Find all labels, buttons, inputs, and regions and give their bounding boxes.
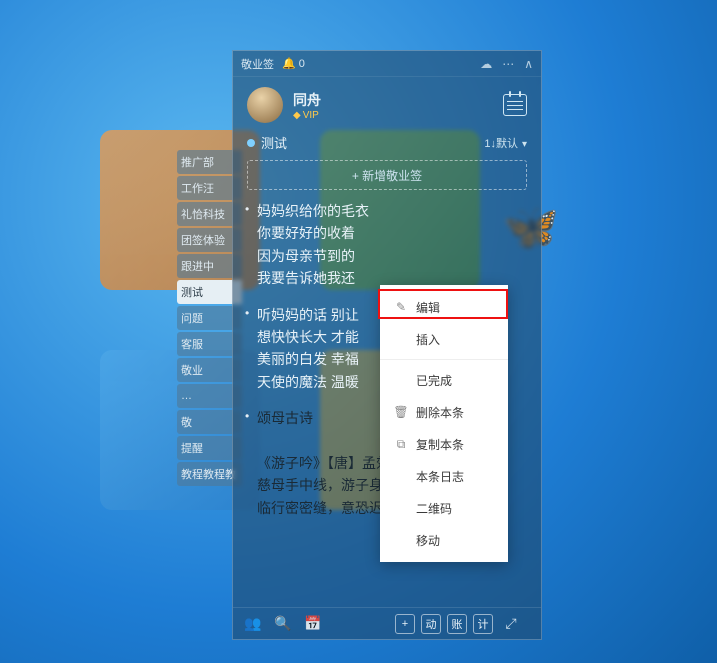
context-menu-label: 移动 bbox=[416, 532, 440, 549]
footer: 👥 🔍 📅 + 动账计 ⤢ bbox=[233, 607, 541, 639]
footer-chip[interactable]: + bbox=[395, 614, 415, 634]
context-menu-item[interactable]: 已完成 bbox=[380, 364, 508, 396]
footer-chip[interactable]: 账 bbox=[447, 614, 467, 634]
footer-chip[interactable]: 动 bbox=[421, 614, 441, 634]
more-icon[interactable]: ⋯ bbox=[502, 57, 514, 71]
add-note-input[interactable]: + 新增敬业签 bbox=[247, 160, 527, 190]
context-menu-item[interactable]: ⧉ 复制本条 bbox=[380, 428, 508, 460]
context-menu-item[interactable]: 二维码 bbox=[380, 492, 508, 524]
edit-icon: ✎ bbox=[394, 300, 408, 314]
trash-icon: 🗑 bbox=[394, 405, 408, 419]
context-menu-item[interactable]: 插入 bbox=[380, 323, 508, 355]
calendar-footer-icon[interactable]: 📅 bbox=[303, 614, 323, 634]
context-menu-label: 本条日志 bbox=[416, 468, 464, 485]
expand-icon[interactable]: ⤢ bbox=[501, 614, 521, 634]
calendar-icon[interactable] bbox=[503, 94, 527, 116]
category-row: 测试 1↓默认▾ bbox=[233, 129, 541, 160]
context-menu-label: 二维码 bbox=[416, 500, 452, 517]
avatar[interactable] bbox=[247, 87, 283, 123]
titlebar: 敬业签 🔔 0 ☁ ⋯ ∧ bbox=[233, 51, 541, 77]
contacts-icon[interactable]: 👥 bbox=[243, 614, 263, 634]
chevron-down-icon: ▾ bbox=[522, 139, 527, 150]
footer-chips: + 动账计 bbox=[389, 614, 493, 634]
context-menu-item[interactable]: 移动 bbox=[380, 524, 508, 556]
category-name[interactable]: 测试 bbox=[261, 133, 287, 152]
context-menu-label: 插入 bbox=[416, 331, 440, 348]
sync-icon[interactable]: ☁ bbox=[480, 57, 492, 71]
sort-dropdown[interactable]: 1↓默认▾ bbox=[484, 135, 527, 151]
collapse-icon[interactable]: ∧ bbox=[524, 57, 533, 71]
username: 同舟 bbox=[293, 90, 321, 110]
category-dot-icon bbox=[247, 139, 255, 147]
footer-chip[interactable]: 计 bbox=[473, 614, 493, 634]
app-name: 敬业签 bbox=[241, 56, 274, 72]
context-menu-label: 删除本条 bbox=[416, 404, 464, 421]
vip-badge: VIP bbox=[293, 110, 321, 121]
context-menu: ✎ 编辑插入已完成 🗑 删除本条 ⧉ 复制本条本条日志二维码移动 bbox=[380, 285, 508, 562]
context-menu-item[interactable]: ✎ 编辑 bbox=[380, 291, 508, 323]
context-menu-item[interactable]: 本条日志 bbox=[380, 460, 508, 492]
context-menu-label: 已完成 bbox=[416, 372, 452, 389]
header: 同舟 VIP bbox=[233, 77, 541, 129]
context-menu-label: 复制本条 bbox=[416, 436, 464, 453]
context-menu-item[interactable]: 🗑 删除本条 bbox=[380, 396, 508, 428]
context-menu-label: 编辑 bbox=[416, 299, 440, 316]
search-icon[interactable]: 🔍 bbox=[273, 614, 293, 634]
note-item[interactable]: 妈妈织给你的毛衣你要好好的收着因为母亲节到的我要告诉她我还 bbox=[247, 200, 527, 290]
bell-icon[interactable]: 🔔 0 bbox=[282, 57, 305, 70]
copy-icon: ⧉ bbox=[394, 437, 408, 452]
